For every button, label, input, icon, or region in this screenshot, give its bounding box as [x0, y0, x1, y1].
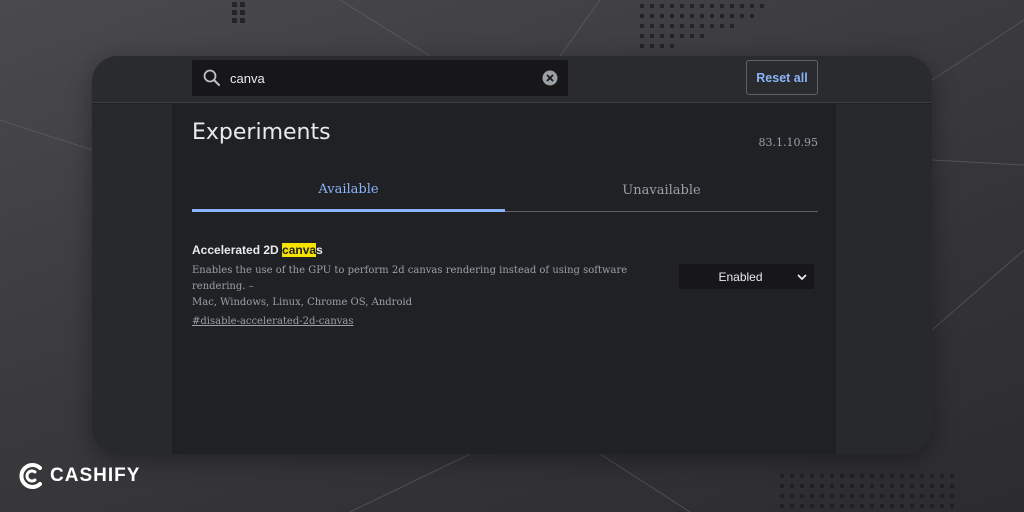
browser-window: canva Reset all Experiments 83.1.10.95 A… — [92, 56, 932, 454]
experiment-name-prefix: Accelerated 2D — [192, 243, 283, 257]
logo-text: CASHIFY — [50, 465, 141, 486]
experiment-permalink[interactable]: #disable-accelerated-2d-canvas — [192, 316, 354, 327]
experiment-description: Enables the use of the GPU to perform 2d… — [192, 263, 662, 311]
experiment-item: Accelerated 2D canvas Enables the use of… — [192, 242, 662, 329]
experiment-description-line1: Enables the use of the GPU to perform 2d… — [192, 265, 628, 292]
search-input[interactable]: canva — [230, 71, 541, 86]
search-icon — [203, 69, 220, 86]
clear-search-icon[interactable] — [541, 69, 559, 87]
experiment-state-select[interactable]: Enabled — [679, 264, 814, 289]
cashify-logo-icon — [19, 463, 42, 489]
tab-bar: Available Unavailable — [192, 170, 818, 212]
reset-all-button[interactable]: Reset all — [746, 60, 818, 95]
tab-unavailable[interactable]: Unavailable — [505, 170, 818, 211]
right-margin — [836, 104, 932, 454]
chevron-down-icon — [797, 273, 807, 280]
toolbar: canva Reset all — [92, 56, 932, 103]
cashify-logo: CASHIFY — [18, 461, 140, 491]
left-margin — [92, 104, 172, 454]
experiment-description-line2: Mac, Windows, Linux, Chrome OS, Android — [192, 297, 413, 308]
search-highlight: canva — [282, 243, 317, 257]
version-label: 83.1.10.95 — [758, 136, 818, 149]
experiment-name: Accelerated 2D canvas — [192, 242, 662, 258]
page-title: Experiments — [192, 120, 331, 145]
search-box[interactable]: canva — [192, 60, 568, 96]
experiment-state-value: Enabled — [718, 269, 763, 284]
experiment-name-suffix: s — [316, 243, 323, 257]
tab-available[interactable]: Available — [192, 170, 505, 212]
